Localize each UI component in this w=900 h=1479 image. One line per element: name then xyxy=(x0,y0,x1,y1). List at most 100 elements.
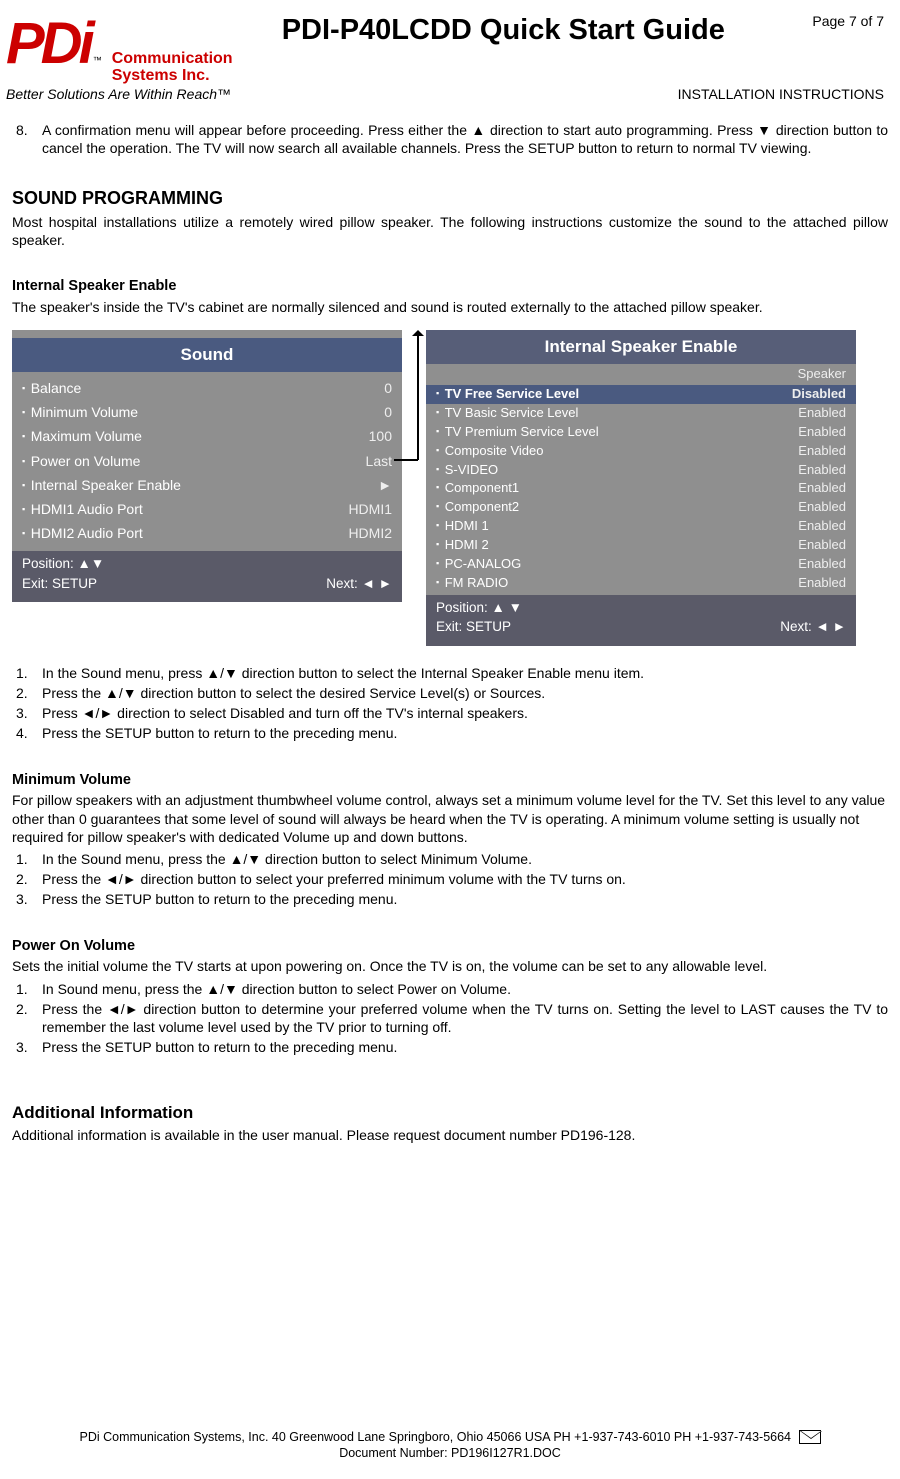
menu-item-label: Maximum Volume xyxy=(22,427,142,445)
footer-exit: Exit: SETUP xyxy=(22,575,97,593)
menu-footer: Position: ▲ ▼ Exit: SETUP Next: ◄ ► xyxy=(426,595,856,646)
menu-item: FM RADIOEnabled xyxy=(436,574,846,593)
menu-item: Balance 0 xyxy=(22,376,392,400)
menu-item: TV Premium Service Level Enabled xyxy=(436,423,846,442)
menu-item-value: HDMI2 xyxy=(348,524,392,542)
step-number: 3. xyxy=(12,704,42,722)
list-item: 1.In the Sound menu, press ▲/▼ direction… xyxy=(12,664,888,682)
logo-company: Communication Systems Inc. xyxy=(112,51,233,85)
list-item: 2.Press the ◄/► direction button to dete… xyxy=(12,1000,888,1036)
menu-item-label: HDMI1 Audio Port xyxy=(22,500,143,518)
menu-item: HDMI2 Audio Port HDMI2 xyxy=(22,521,392,545)
step-number: 8. xyxy=(12,121,42,157)
step-number: 3. xyxy=(12,890,42,908)
menu-item: Component2Enabled xyxy=(436,498,846,517)
subsection-internal-speaker-enable: Internal Speaker Enable xyxy=(12,277,888,296)
menu-item-label: TV Premium Service Level xyxy=(436,424,599,441)
menu-internal-speaker: Internal Speaker Enable Speaker TV Free … xyxy=(426,330,856,646)
menu-item-value: Enabled xyxy=(798,518,846,535)
section-additional-info: Additional Information xyxy=(12,1102,888,1124)
menu-item: Composite Video Enabled xyxy=(436,442,846,461)
menu-subhead: Speaker xyxy=(426,364,856,385)
menu-item: Power on VolumeLast xyxy=(22,449,392,473)
step-number: 4. xyxy=(12,724,42,742)
step-list-continued: 8. A confirmation menu will appear befor… xyxy=(12,121,888,157)
footer-line2: Document Number: PD196I127R1.DOC xyxy=(339,1446,561,1460)
step-text: A confirmation menu will appear before p… xyxy=(42,121,888,157)
menu-item-value: ► xyxy=(378,476,392,494)
list-item: 4.Press the SETUP button to return to th… xyxy=(12,724,888,742)
step-number: 2. xyxy=(12,870,42,888)
menu-item: Maximum Volume100 xyxy=(22,424,392,448)
envelope-icon xyxy=(799,1430,821,1444)
list-item: 2.Press the ▲/▼ direction button to sele… xyxy=(12,684,888,702)
step-number: 2. xyxy=(12,1000,42,1036)
menu-item-value: Last xyxy=(366,452,392,470)
menu-item-label: HDMI2 Audio Port xyxy=(22,524,143,542)
step-text: Press the SETUP button to return to the … xyxy=(42,1038,888,1056)
page-number: Page 7 of 7 xyxy=(774,6,884,30)
menu-item-value: Enabled xyxy=(798,443,846,460)
sound-programming-intro: Most hospital installations utilize a re… xyxy=(12,213,888,249)
menu-item-value: Enabled xyxy=(798,462,846,479)
step-text: Press the ◄/► direction button to determ… xyxy=(42,1000,888,1036)
menu-item: TV Basic Service LevelEnabled xyxy=(436,404,846,423)
menu-item-label: Internal Speaker Enable xyxy=(22,476,181,494)
menu-item-value: Enabled xyxy=(798,537,846,554)
menu-item-label: HDMI 1 xyxy=(436,518,489,535)
list-item: 2.Press the ◄/► direction button to sele… xyxy=(12,870,888,888)
step-text: Press the ◄/► direction button to select… xyxy=(42,870,888,888)
menu-item: Component1Enabled xyxy=(436,479,846,498)
list-item: 1.In Sound menu, press the ▲/▼ direction… xyxy=(12,980,888,998)
step-number: 2. xyxy=(12,684,42,702)
menu-item: PC-ANALOG Enabled xyxy=(436,555,846,574)
step-number: 1. xyxy=(12,664,42,682)
menu-item-value: 0 xyxy=(384,379,392,397)
min-vol-intro: For pillow speakers with an adjustment t… xyxy=(12,791,888,846)
step-text: Press ◄/► direction to select Disabled a… xyxy=(42,704,888,722)
menu-item-value: Enabled xyxy=(798,556,846,573)
menu-item: Internal Speaker Enable ► xyxy=(22,473,392,497)
tagline: Better Solutions Are Within Reach™ xyxy=(6,85,231,103)
arrow-icon xyxy=(400,330,430,350)
menu-item-value: Enabled xyxy=(798,575,846,592)
menu-screenshots: Sound Balance0Minimum Volume0Maximum Vol… xyxy=(12,330,888,646)
menu-item: S-VIDEOEnabled xyxy=(436,461,846,480)
list-item: 8. A confirmation menu will appear befor… xyxy=(12,121,888,157)
footer-position: Position: ▲ ▼ xyxy=(436,599,846,617)
page-footer: PDi Communication Systems, Inc. 40 Green… xyxy=(0,1429,900,1462)
logo: PDi ™ Communication Systems Inc. xyxy=(6,6,233,85)
step-text: In the Sound menu, press ▲/▼ direction b… xyxy=(42,664,888,682)
footer-next: Next: ◄ ► xyxy=(780,618,846,636)
ise-intro: The speaker's inside the TV's cabinet ar… xyxy=(12,298,888,316)
list-item: 3.Press the SETUP button to return to th… xyxy=(12,890,888,908)
menu-item: Minimum Volume0 xyxy=(22,400,392,424)
footer-line1: PDi Communication Systems, Inc. 40 Green… xyxy=(79,1430,791,1444)
menu-item-label: Component1 xyxy=(436,480,519,497)
list-item: 3.Press ◄/► direction to select Disabled… xyxy=(12,704,888,722)
section-sound-programming: SOUND PROGRAMMING xyxy=(12,187,888,210)
doc-subheader: Better Solutions Are Within Reach™ INSTA… xyxy=(0,85,900,109)
menu-item-label: TV Free Service Level xyxy=(436,386,579,403)
menu-item-value: HDMI1 xyxy=(348,500,392,518)
menu-item-value: Enabled xyxy=(798,499,846,516)
menu-item: TV Free Service LevelDisabled xyxy=(426,385,856,404)
menu-title: Sound xyxy=(12,338,402,372)
menu-item: HDMI 1 Enabled xyxy=(436,517,846,536)
ise-steps: 1.In the Sound menu, press ▲/▼ direction… xyxy=(12,664,888,743)
footer-position: Position: ▲▼ xyxy=(22,555,392,573)
menu-item-value: 0 xyxy=(384,403,392,421)
menu-item-label: Composite Video xyxy=(436,443,543,460)
step-text: In Sound menu, press the ▲/▼ direction b… xyxy=(42,980,888,998)
menu-item-label: TV Basic Service Level xyxy=(436,405,578,422)
menu-item-value: Enabled xyxy=(798,424,846,441)
menu-item-label: HDMI 2 xyxy=(436,537,489,554)
logo-text: PDi xyxy=(6,6,91,81)
menu-item-label: PC-ANALOG xyxy=(436,556,521,573)
footer-exit: Exit: SETUP xyxy=(436,618,511,636)
step-number: 1. xyxy=(12,980,42,998)
menu-item-label: Balance xyxy=(22,379,81,397)
menu-sound: Sound Balance0Minimum Volume0Maximum Vol… xyxy=(12,330,402,603)
list-item: 1.In the Sound menu, press the ▲/▼ direc… xyxy=(12,850,888,868)
menu-item: HDMI1 Audio Port HDMI1 xyxy=(22,497,392,521)
